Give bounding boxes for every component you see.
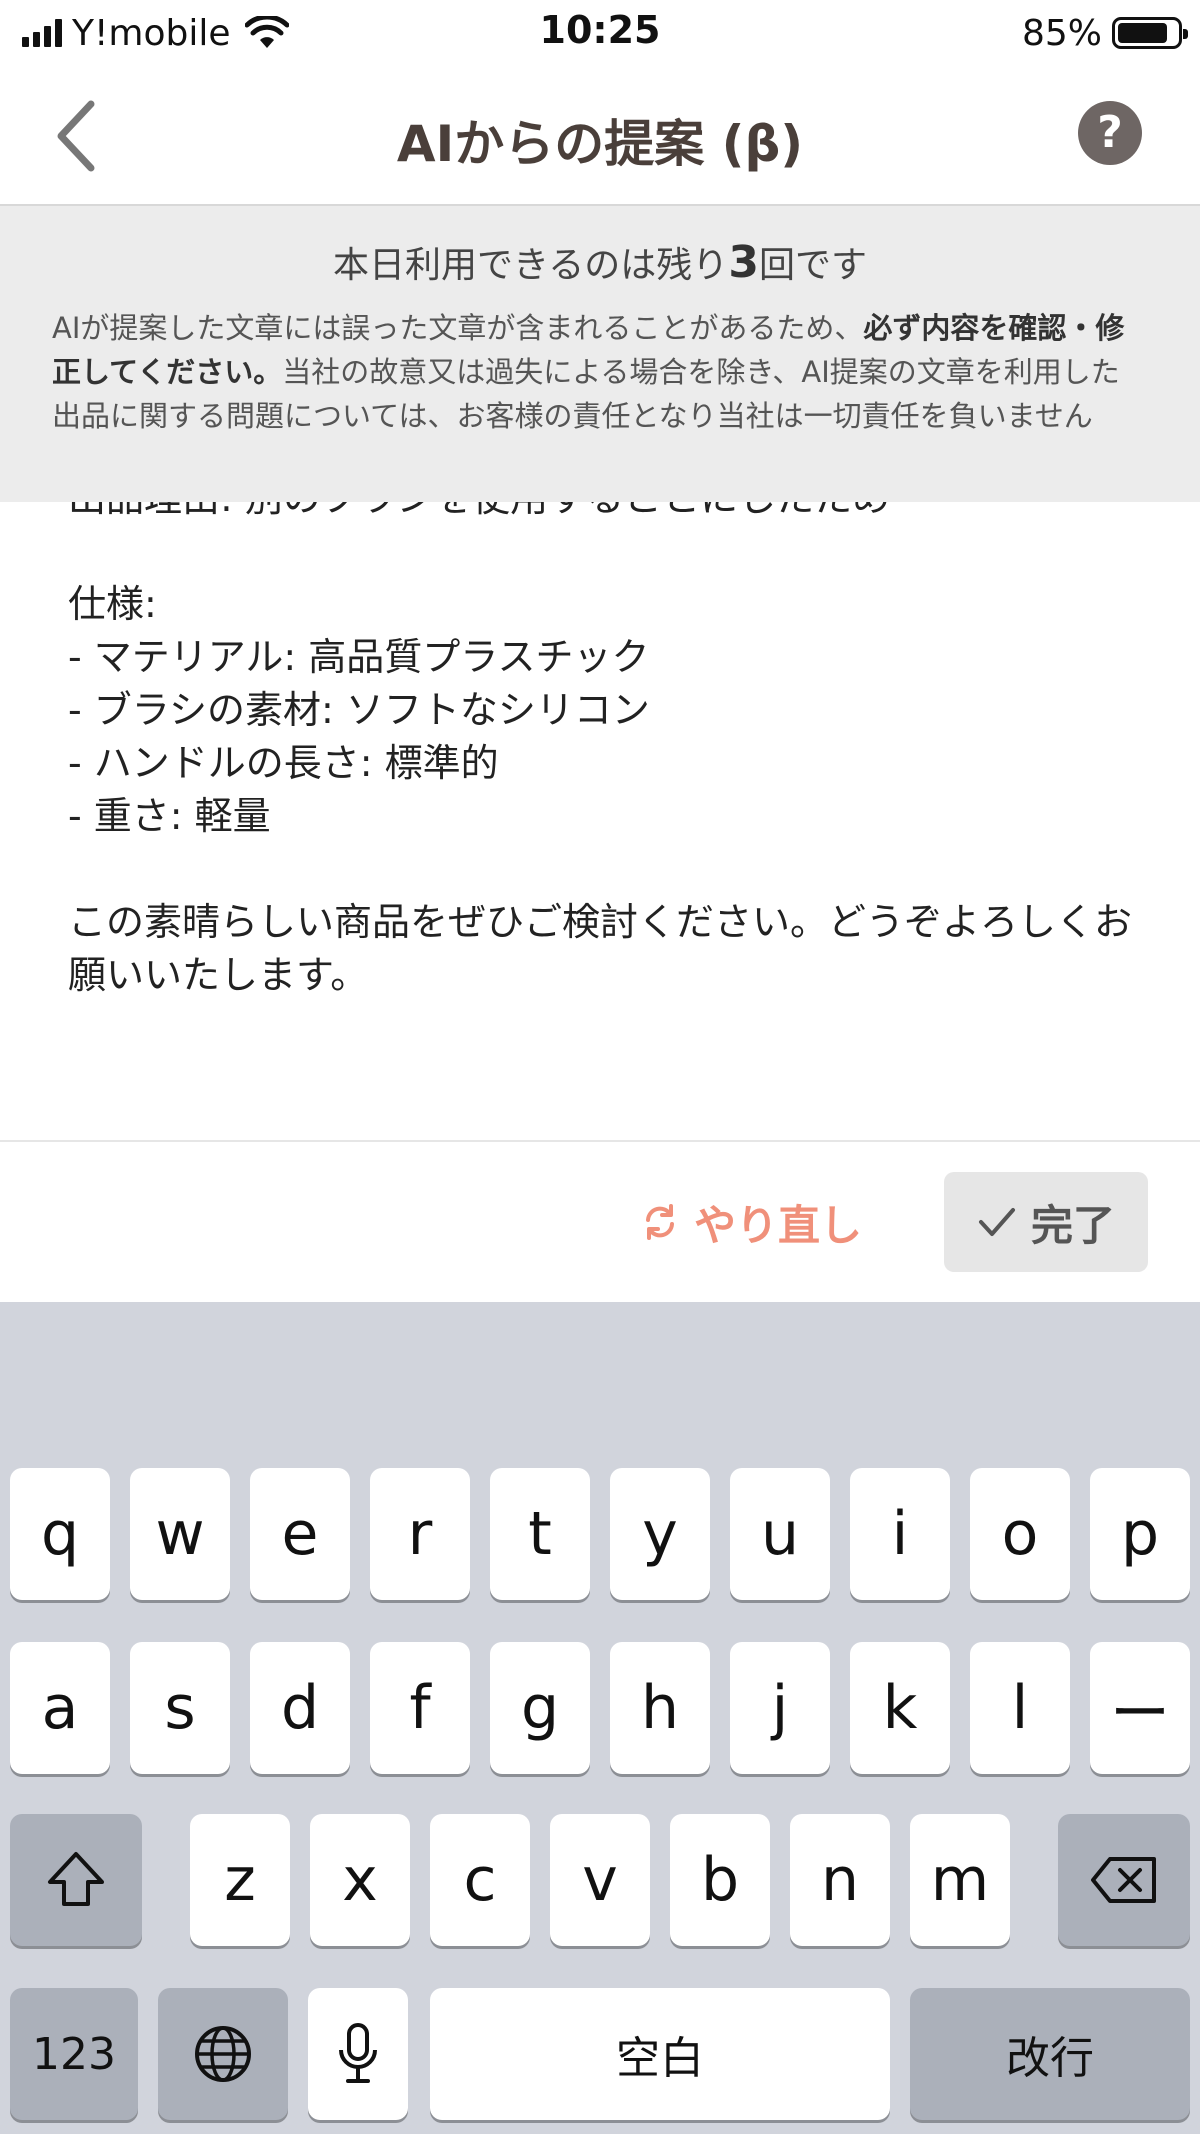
retry-button[interactable]: やり直し	[640, 1182, 862, 1262]
status-bar: Y!mobile 10:25 85%	[0, 0, 1200, 66]
key-row1-7[interactable]: u	[730, 1468, 830, 1600]
key-row2-5[interactable]: g	[490, 1642, 590, 1774]
key-row2-4[interactable]: f	[370, 1642, 470, 1774]
key-row3-3[interactable]: c	[430, 1814, 530, 1946]
key-row3-1[interactable]: z	[190, 1814, 290, 1946]
key-row3-2[interactable]: x	[310, 1814, 410, 1946]
shift-key[interactable]	[10, 1814, 142, 1946]
help-button[interactable]: ?	[1078, 101, 1142, 165]
microphone-icon	[339, 2023, 377, 2083]
key-row2-2[interactable]: s	[130, 1642, 230, 1774]
backspace-icon	[1091, 1857, 1156, 1903]
done-button[interactable]: 完了	[944, 1172, 1148, 1272]
suggestion-text[interactable]: 出品理由: 別のブラシを使用することにしたため 仕様: - マテリアル: 高品質…	[68, 502, 1140, 1002]
key-row1-9[interactable]: o	[970, 1468, 1070, 1600]
battery-icon	[1112, 17, 1188, 49]
key-row3-5[interactable]: b	[670, 1814, 770, 1946]
remaining-prefix: 本日利用できるのは残り	[333, 245, 729, 286]
space-key[interactable]: 空白	[430, 1988, 890, 2120]
key-row1-4[interactable]: r	[370, 1468, 470, 1600]
key-row1-3[interactable]: e	[250, 1468, 350, 1600]
return-key[interactable]: 改行	[910, 1988, 1190, 2120]
nav-bar: AIからの提案 (β) ?	[0, 66, 1200, 206]
key-row2-3[interactable]: d	[250, 1642, 350, 1774]
key-row1-5[interactable]: t	[490, 1468, 590, 1600]
key-row2-7[interactable]: j	[730, 1642, 830, 1774]
remaining-uses: 本日利用できるのは残り3回です	[0, 236, 1200, 288]
battery-cap	[1183, 29, 1188, 39]
keyboard: qwertyuiop asdfghjklー zxcvbnm 123 空白 改行	[0, 1302, 1200, 2134]
clock: 10:25	[539, 8, 661, 52]
notice-banner: 本日利用できるのは残り3回です AIが提案した文章には誤った文章が含まれることが…	[0, 206, 1200, 502]
key-row2-6[interactable]: h	[610, 1642, 710, 1774]
refresh-icon	[646, 1204, 674, 1240]
suggestion-text-area[interactable]: 出品理由: 別のブラシを使用することにしたため 仕様: - マテリアル: 高品質…	[0, 502, 1200, 1142]
key-row3-6[interactable]: n	[790, 1814, 890, 1946]
shift-arrow-icon	[48, 1852, 104, 1906]
battery-fill	[1118, 23, 1168, 43]
retry-label: やり直し	[694, 1200, 863, 1250]
action-bar: やり直し 完了	[0, 1142, 1200, 1302]
key-row2-8[interactable]: k	[850, 1642, 950, 1774]
remaining-suffix: 回です	[758, 245, 867, 286]
key-row2-1[interactable]: a	[10, 1642, 110, 1774]
key-row2-9[interactable]: l	[970, 1642, 1070, 1774]
key-row1-1[interactable]: q	[10, 1468, 110, 1600]
key-row1-8[interactable]: i	[850, 1468, 950, 1600]
page-title: AIからの提案 (β)	[396, 115, 804, 173]
disclaimer-text: AIが提案した文章には誤った文章が含まれることがあるため、必ず内容を確認・修正し…	[52, 306, 1148, 438]
key-row1-6[interactable]: y	[610, 1468, 710, 1600]
remaining-count: 3	[728, 237, 759, 288]
key-row1-2[interactable]: w	[130, 1468, 230, 1600]
key-row3-7[interactable]: m	[910, 1814, 1010, 1946]
numbers-key[interactable]: 123	[10, 1988, 138, 2120]
key-row2-10[interactable]: ー	[1090, 1642, 1190, 1774]
microphone-key[interactable]	[308, 1988, 408, 2120]
disclaimer-part1: AIが提案した文章には誤った文章が含まれることがあるため、	[52, 311, 864, 345]
globe-key[interactable]	[158, 1988, 288, 2120]
done-label: 完了	[1030, 1200, 1115, 1250]
checkmark-icon	[978, 1208, 1015, 1236]
key-row3-4[interactable]: v	[550, 1814, 650, 1946]
battery-percent: 85%	[1021, 12, 1102, 54]
globe-icon	[195, 2026, 251, 2082]
backspace-key[interactable]	[1058, 1814, 1190, 1946]
key-row1-10[interactable]: p	[1090, 1468, 1190, 1600]
status-right: 85%	[1021, 10, 1188, 56]
